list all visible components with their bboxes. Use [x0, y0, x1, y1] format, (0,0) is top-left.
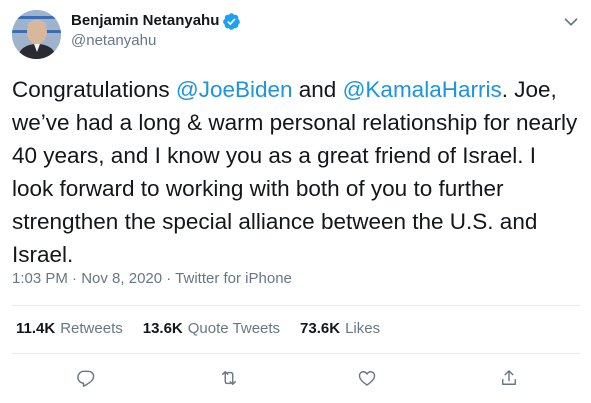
likes-count: 73.6K [300, 320, 341, 337]
tweet-text-part: Congratulations [12, 77, 176, 102]
chevron-down-icon[interactable] [560, 11, 582, 33]
mention-link-kamalaharris[interactable]: @KamalaHarris [343, 77, 502, 102]
likes-stat[interactable]: 73.6K Likes [300, 320, 380, 338]
quote-tweets-count: 13.6K [142, 320, 183, 337]
meta-separator: · [67, 270, 82, 287]
retweets-label: Retweets [60, 320, 123, 337]
tweet-source[interactable]: Twitter for iPhone [175, 270, 292, 287]
mention-link-joebiden[interactable]: @JoeBiden [176, 77, 293, 102]
avatar-image [12, 10, 61, 59]
tweet-actions [0, 364, 591, 392]
divider [12, 305, 580, 306]
tweet-stats: 11.4K Retweets 13.6K Quote Tweets 73.6K … [16, 320, 400, 338]
tweet-meta: 1:03 PM · Nov 8, 2020 · Twitter for iPho… [12, 270, 292, 288]
meta-separator: · [162, 270, 176, 287]
author-block[interactable]: Benjamin Netanyahu @netanyahu [71, 11, 241, 51]
retweet-icon [222, 371, 236, 385]
tweet-text-part: and [292, 77, 343, 102]
tweet-text: Congratulations @JoeBiden and @KamalaHar… [12, 73, 580, 271]
author-name-row: Benjamin Netanyahu [71, 11, 241, 31]
quote-tweets-label: Quote Tweets [187, 320, 281, 337]
share-icon [502, 370, 516, 385]
tweet-text-part: . Joe, we’ve had a long & warm personal … [12, 77, 578, 267]
divider [12, 353, 580, 354]
retweet-button[interactable] [215, 364, 243, 392]
verified-badge-icon [223, 12, 241, 30]
retweets-stat[interactable]: 11.4K Retweets [16, 320, 123, 338]
reply-button[interactable] [72, 364, 100, 392]
reply-icon [77, 370, 95, 387]
like-button[interactable] [353, 364, 381, 392]
retweets-count: 11.4K [16, 320, 56, 337]
tweet-date[interactable]: Nov 8, 2020 [81, 270, 162, 287]
quote-tweets-stat[interactable]: 13.6K Quote Tweets [143, 320, 280, 338]
author-handle[interactable]: @netanyahu [71, 31, 241, 51]
share-button[interactable] [495, 364, 523, 392]
tweet-time[interactable]: 1:03 PM [12, 270, 68, 287]
avatar[interactable] [12, 10, 61, 59]
like-icon [358, 371, 376, 386]
author-display-name[interactable]: Benjamin Netanyahu [71, 11, 219, 31]
likes-label: Likes [345, 320, 381, 337]
